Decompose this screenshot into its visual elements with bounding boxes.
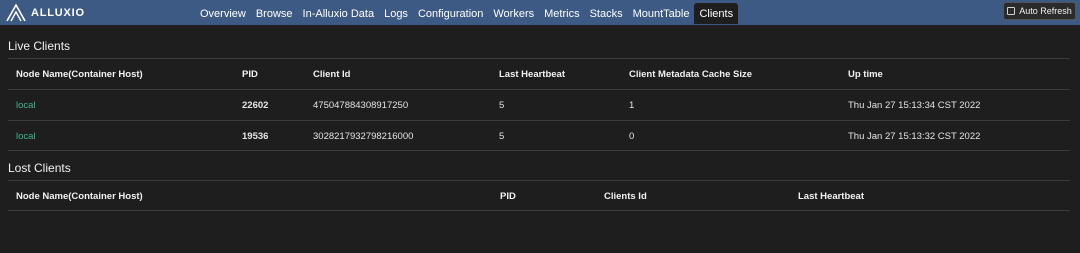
node-name-link[interactable]: local xyxy=(16,90,36,120)
auto-refresh-label: Auto Refresh xyxy=(1019,6,1072,16)
nav-item-browse[interactable]: Browse xyxy=(251,3,298,24)
column-header-client-id[interactable]: Client Id xyxy=(313,59,350,89)
table-header-row: Node Name(Container Host) PID Clients Id… xyxy=(8,180,1070,211)
column-header-clients-id[interactable]: Clients Id xyxy=(604,181,647,211)
nav-item-mounttable[interactable]: MountTable xyxy=(628,3,695,24)
column-header-last-heartbeat[interactable]: Last Heartbeat xyxy=(798,181,864,211)
table-row: local 19536 3028217932798216000 5 0 Thu … xyxy=(8,120,1070,151)
lost-clients-title: Lost Clients xyxy=(8,161,71,175)
live-clients-table: Node Name(Container Host) PID Client Id … xyxy=(8,58,1070,151)
auto-refresh-button[interactable]: Auto Refresh xyxy=(1003,2,1076,20)
node-name-link[interactable]: local xyxy=(16,121,36,151)
nav-item-stacks[interactable]: Stacks xyxy=(585,3,628,24)
column-header-node-name[interactable]: Node Name(Container Host) xyxy=(16,181,143,211)
auto-refresh-checkbox[interactable] xyxy=(1007,7,1016,15)
column-header-last-heartbeat[interactable]: Last Heartbeat xyxy=(499,59,565,89)
top-navbar: ALLUXIO Overview Browse In-Alluxio Data … xyxy=(0,0,1080,25)
alluxio-logo-icon xyxy=(6,3,26,21)
table-header-row: Node Name(Container Host) PID Client Id … xyxy=(8,58,1070,89)
column-header-cache-size[interactable]: Client Metadata Cache Size xyxy=(629,59,752,89)
lost-clients-table: Node Name(Container Host) PID Clients Id… xyxy=(8,180,1070,211)
last-heartbeat-cell: 5 xyxy=(499,130,505,142)
uptime-cell: Thu Jan 27 15:13:34 CST 2022 xyxy=(848,99,981,111)
cache-size-cell: 1 xyxy=(629,99,635,111)
nav-item-overview[interactable]: Overview xyxy=(195,3,251,24)
pid-cell: 22602 xyxy=(242,99,269,111)
main-nav: Overview Browse In-Alluxio Data Logs Con… xyxy=(195,3,739,24)
table-row: local 22602 475047884308917250 5 1 Thu J… xyxy=(8,89,1070,120)
client-id-cell: 475047884308917250 xyxy=(313,99,409,111)
nav-item-in-alluxio-data[interactable]: In-Alluxio Data xyxy=(298,3,380,24)
column-header-uptime[interactable]: Up time xyxy=(848,59,883,89)
brand-name: ALLUXIO xyxy=(31,6,85,19)
nav-item-clients[interactable]: Clients xyxy=(694,3,739,24)
column-header-pid[interactable]: PID xyxy=(242,59,258,89)
nav-item-logs[interactable]: Logs xyxy=(379,3,413,24)
client-id-cell: 3028217932798216000 xyxy=(313,130,414,142)
alluxio-logo[interactable]: ALLUXIO xyxy=(6,3,85,22)
pid-cell: 19536 xyxy=(242,130,269,142)
nav-item-metrics[interactable]: Metrics xyxy=(539,3,584,24)
nav-item-configuration[interactable]: Configuration xyxy=(413,3,488,24)
last-heartbeat-cell: 5 xyxy=(499,99,505,111)
nav-item-workers[interactable]: Workers xyxy=(488,3,539,24)
column-header-node-name[interactable]: Node Name(Container Host) xyxy=(16,59,143,89)
live-clients-title: Live Clients xyxy=(8,39,71,53)
column-header-pid[interactable]: PID xyxy=(500,181,516,211)
cache-size-cell: 0 xyxy=(629,130,635,142)
uptime-cell: Thu Jan 27 15:13:32 CST 2022 xyxy=(848,130,981,142)
